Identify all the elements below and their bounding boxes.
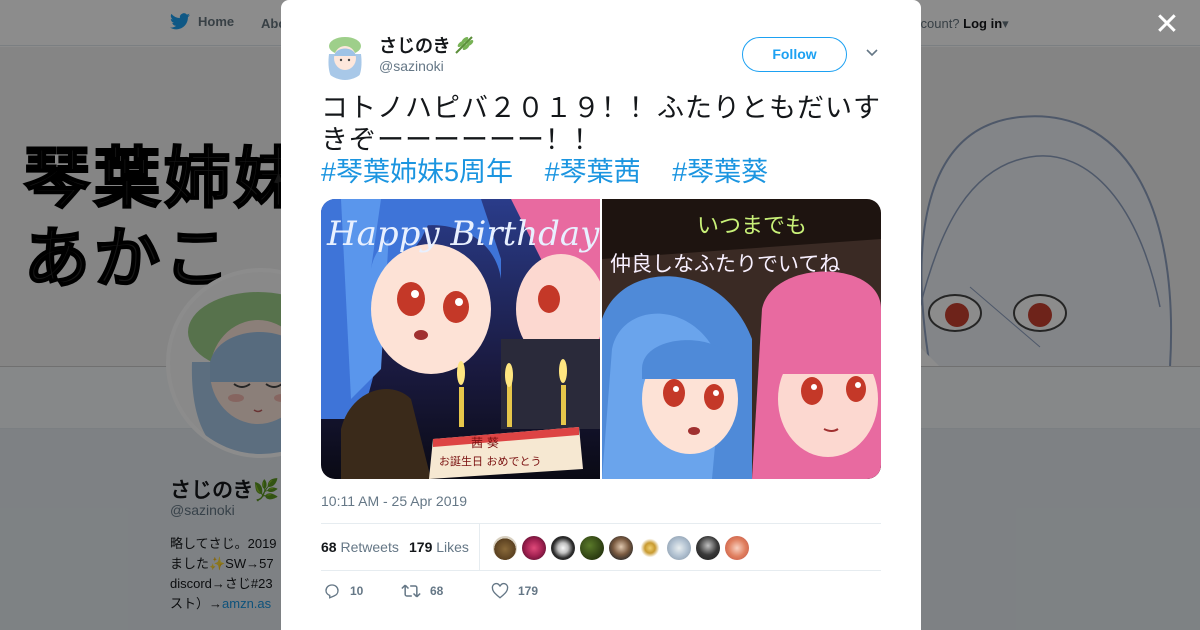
chevron-down-icon[interactable] — [864, 45, 880, 61]
hashtag-link[interactable]: #琴葉姉妹5周年 — [321, 157, 513, 187]
image-text-top: いつまでも — [697, 214, 807, 239]
likes-label: Likes — [436, 539, 469, 555]
retweets-label: Retweets — [340, 539, 399, 555]
author-name[interactable]: さじのき — [379, 32, 475, 58]
reply-button[interactable]: 10 — [323, 582, 363, 600]
stats-divider — [479, 524, 480, 571]
likes-stat[interactable]: 179 Likes — [409, 539, 469, 555]
liker-avatar[interactable] — [667, 536, 691, 560]
media-image-2[interactable]: いつまでも 仲良しなふたりでいてね — [602, 199, 881, 479]
tweet-actions: 10 68 179 — [321, 582, 881, 606]
liker-avatar[interactable] — [493, 536, 517, 560]
like-count: 179 — [518, 584, 539, 598]
retweets-count: 68 — [321, 539, 337, 555]
retweet-button[interactable]: 68 — [401, 582, 443, 600]
tweet-modal: さじのき @sazinoki Follow コトノハピバ２０１９！！ふたりともだ… — [281, 0, 921, 630]
like-button[interactable]: 179 — [491, 582, 538, 600]
liker-avatars — [493, 536, 749, 560]
liker-avatar[interactable] — [609, 536, 633, 560]
tweet-media: 茜 葵 お誕生日 おめでとう Happy Birthday いつまでも 仲良しな… — [321, 199, 881, 479]
tweet-hashtags: #琴葉姉妹5周年 #琴葉茜 #琴葉葵 — [321, 156, 792, 188]
retweets-stat[interactable]: 68 Retweets — [321, 539, 399, 555]
tweet-text: コトノハピバ２０１９！！ふたりともだいすきぞーーーーーー！！ — [321, 93, 881, 155]
sisters-illustration: いつまでも 仲良しなふたりでいてね — [602, 199, 881, 479]
tweet-timestamp[interactable]: 10:11 AM - 25 Apr 2019 — [321, 493, 467, 509]
image-text-bottom: 仲良しなふたりでいてね — [610, 252, 840, 276]
hashtag-link[interactable]: #琴葉茜 — [545, 157, 641, 187]
reply-count: 10 — [350, 584, 364, 598]
close-icon[interactable]: ✕ — [1152, 10, 1182, 40]
cake-text-1: 茜 葵 — [471, 436, 499, 450]
tweet-stats: 68 Retweets 179 Likes — [321, 523, 881, 571]
retweet-count: 68 — [430, 584, 444, 598]
liker-avatar[interactable] — [725, 536, 749, 560]
liker-avatar[interactable] — [551, 536, 575, 560]
herb-emoji-icon — [455, 36, 474, 54]
liker-avatar[interactable] — [522, 536, 546, 560]
hashtag-link[interactable]: #琴葉葵 — [672, 157, 768, 187]
liker-avatar[interactable] — [696, 536, 720, 560]
follow-button[interactable]: Follow — [742, 37, 847, 72]
author-avatar[interactable] — [321, 32, 369, 80]
heart-icon — [491, 582, 509, 599]
cake-text-2: お誕生日 おめでとう — [439, 454, 542, 468]
likes-count: 179 — [409, 539, 433, 555]
liker-avatar[interactable] — [638, 536, 662, 560]
birthday-illustration: 茜 葵 お誕生日 おめでとう Happy Birthday — [321, 199, 600, 479]
retweet-icon — [401, 584, 421, 598]
author-avatar-illustration — [321, 32, 369, 80]
reply-icon — [325, 584, 339, 599]
image-text-happy-birthday: Happy Birthday — [326, 214, 600, 254]
author-handle[interactable]: @sazinoki — [379, 58, 444, 74]
media-image-1[interactable]: 茜 葵 お誕生日 おめでとう Happy Birthday — [321, 199, 600, 479]
liker-avatar[interactable] — [580, 536, 604, 560]
